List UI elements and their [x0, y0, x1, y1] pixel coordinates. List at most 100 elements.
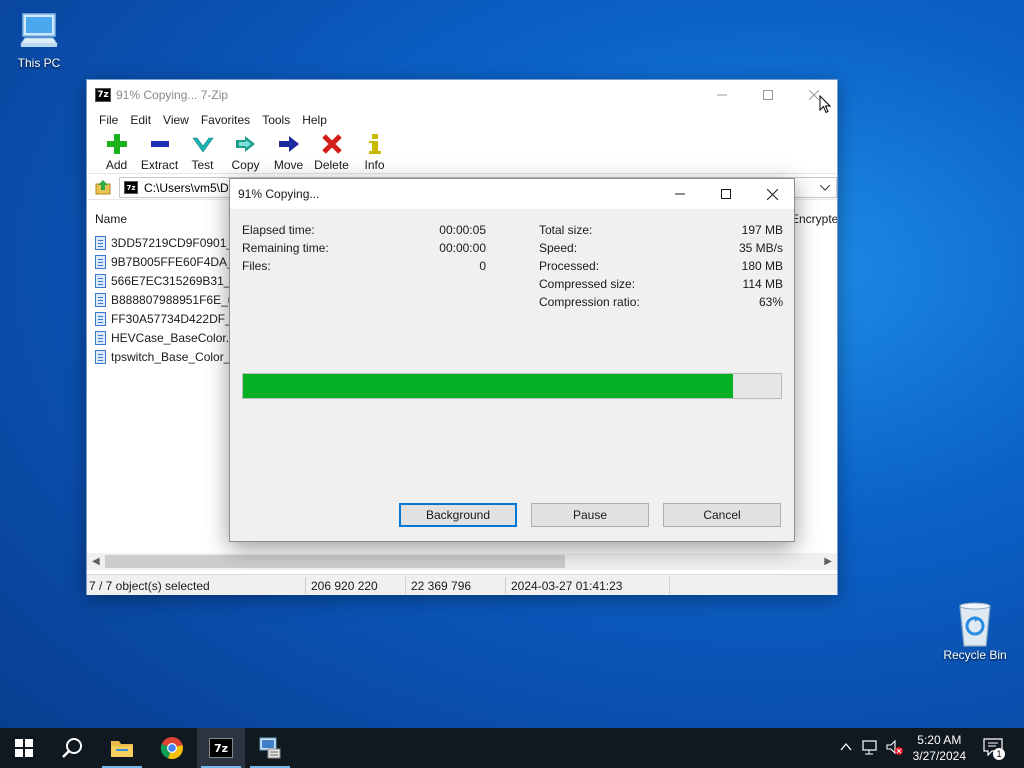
compression-ratio-label: Compression ratio: [539, 295, 640, 309]
copy-progress-dialog: 91% Copying... Elapsed time: 00:00:05 Re… [229, 178, 795, 542]
maximize-icon [763, 90, 773, 100]
menu-edit[interactable]: Edit [124, 113, 157, 127]
dialog-maximize-button[interactable] [703, 179, 749, 209]
file-icon [95, 349, 106, 364]
up-folder-button[interactable] [93, 177, 113, 197]
toolbar: Add Extract Test Copy Move Delete Info [87, 130, 837, 174]
column-header-name[interactable]: Name [95, 212, 127, 226]
network-icon[interactable] [862, 740, 880, 756]
close-icon [766, 188, 778, 200]
menu-bar: File Edit View Favorites Tools Help [87, 110, 837, 130]
minimize-icon [675, 193, 685, 195]
main-window-title: 91% Copying... 7-Zip [116, 88, 229, 102]
add-button[interactable]: Add [95, 130, 138, 172]
desktop-icon-this-pc[interactable]: This PC [1, 8, 77, 70]
computer-icon [1, 8, 77, 56]
move-button[interactable]: Move [267, 130, 310, 172]
file-explorer-button[interactable] [98, 728, 146, 768]
progress-bar-fill [243, 374, 733, 398]
desktop-icon-label: This PC [17, 56, 61, 70]
7zip-app-icon: 7z [124, 181, 138, 194]
progress-bar [242, 373, 782, 399]
dialog-close-button[interactable] [749, 179, 795, 209]
remaining-time-value: 00:00:00 [439, 241, 486, 255]
elapsed-time-value: 00:00:05 [439, 223, 486, 237]
compressed-size-value: 114 MB [742, 277, 783, 291]
dialog-title: 91% Copying... [238, 187, 320, 201]
list-item[interactable]: FF30A57734D422DF_ups [95, 309, 235, 328]
maximize-button[interactable] [745, 80, 791, 110]
desktop-icon-recycle-bin[interactable]: Recycle Bin [937, 600, 1013, 662]
plus-icon [106, 132, 128, 156]
horizontal-scrollbar[interactable]: ◀ ▶ [87, 553, 837, 570]
list-item[interactable]: 9B7B005FFE60F4DA_ups [95, 252, 235, 271]
list-item[interactable]: 566E7EC315269B31_ups [95, 271, 235, 290]
menu-file[interactable]: File [93, 113, 124, 127]
files-value: 0 [479, 259, 486, 273]
search-button[interactable] [48, 728, 96, 768]
notification-badge: 1 [993, 748, 1005, 760]
chevron-down-icon[interactable] [820, 185, 830, 191]
clock-time: 5:20 AM [917, 733, 962, 747]
chevron-up-icon[interactable] [840, 742, 852, 752]
system-clock[interactable]: 5:20 AM 3/27/2024 [913, 732, 966, 764]
compression-ratio-value: 63% [758, 295, 783, 309]
list-item[interactable]: tpswitch_Base_Color_c [95, 347, 235, 366]
search-icon [62, 738, 82, 758]
menu-tools[interactable]: Tools [256, 113, 296, 127]
arrow-right-icon [278, 132, 300, 156]
status-selection: 7 / 7 object(s) selected [89, 579, 210, 593]
speed-value: 35 MB/s [738, 241, 783, 255]
network-app-icon [259, 737, 281, 759]
scroll-thumb[interactable] [105, 555, 565, 568]
minimize-button[interactable] [699, 80, 745, 110]
menu-view[interactable]: View [157, 113, 195, 127]
extract-button[interactable]: Extract [138, 130, 181, 172]
folder-up-icon [95, 179, 111, 194]
address-path: C:\Users\vm5\De [144, 180, 236, 195]
dialog-minimize-button[interactable] [657, 179, 703, 209]
file-list: 3DD57219CD9F0901_ups 9B7B005FFE60F4DA_up… [95, 233, 235, 366]
remaining-time-label: Remaining time: [242, 241, 329, 255]
minimize-icon [717, 94, 727, 96]
dialog-title-bar[interactable]: 91% Copying... [230, 179, 794, 209]
file-icon [95, 311, 106, 326]
file-icon [95, 235, 106, 250]
copy-button[interactable]: Copy [224, 130, 267, 172]
elapsed-time-label: Elapsed time: [242, 223, 315, 237]
menu-favorites[interactable]: Favorites [195, 113, 256, 127]
desktop-icon-label: Recycle Bin [943, 648, 1007, 662]
7zip-icon: 7z [209, 738, 233, 758]
column-header-encrypted[interactable]: Encrypte [791, 212, 837, 226]
network-app-button[interactable] [246, 728, 294, 768]
scroll-right-icon[interactable]: ▶ [824, 556, 832, 567]
status-packed-size: 22 369 796 [411, 579, 472, 593]
7zip-taskbar-button[interactable]: 7z [197, 728, 245, 768]
background-button[interactable]: Background [399, 503, 517, 527]
maximize-icon [721, 189, 731, 199]
double-arrow-icon [235, 132, 257, 156]
file-explorer-icon [111, 741, 133, 757]
file-icon [95, 330, 106, 345]
volume-muted-icon[interactable] [886, 740, 904, 756]
start-button[interactable] [0, 728, 48, 768]
clock-date: 3/27/2024 [912, 749, 966, 763]
status-bar: 7 / 7 object(s) selected 206 920 220 22 … [87, 574, 837, 595]
info-button[interactable]: Info [353, 130, 396, 172]
delete-button[interactable]: Delete [310, 130, 353, 172]
main-title-bar[interactable]: 7z 91% Copying... 7-Zip [87, 80, 837, 110]
compressed-size-label: Compressed size: [539, 277, 636, 291]
file-icon [95, 292, 106, 307]
list-item[interactable]: HEVCase_BaseColor.dds [95, 328, 235, 347]
test-button[interactable]: Test [181, 130, 224, 172]
chrome-button[interactable] [148, 728, 196, 768]
list-item[interactable]: B888807988951F6E_ups [95, 290, 235, 309]
scroll-left-icon[interactable]: ◀ [92, 556, 100, 567]
info-icon [364, 132, 386, 156]
list-item[interactable]: 3DD57219CD9F0901_ups [95, 233, 235, 252]
menu-help[interactable]: Help [296, 113, 333, 127]
pause-button[interactable]: Pause [531, 503, 649, 527]
cancel-button[interactable]: Cancel [663, 503, 781, 527]
notification-center-button[interactable]: 1 [980, 736, 1006, 760]
processed-value: 180 MB [741, 259, 783, 273]
